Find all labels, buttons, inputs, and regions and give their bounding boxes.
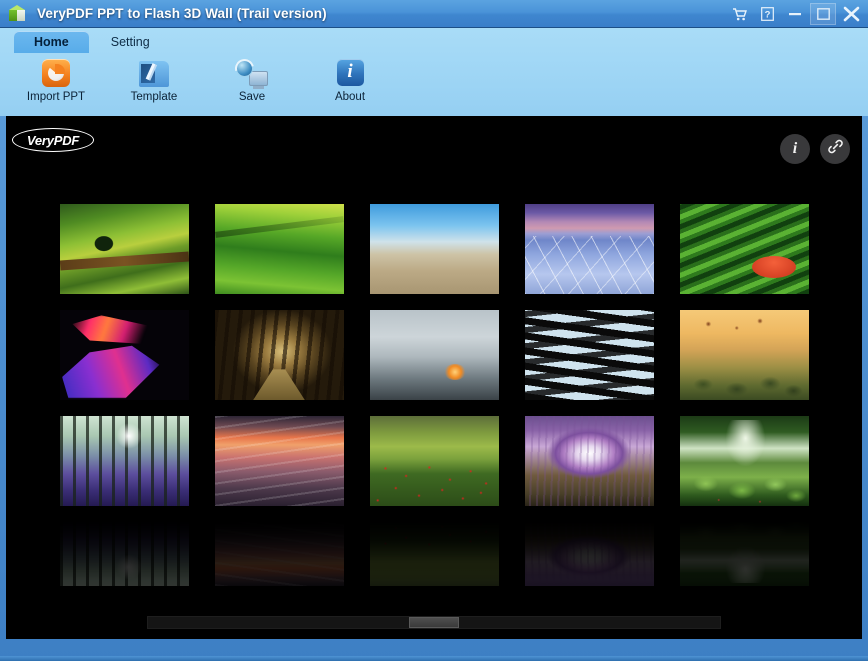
save-button[interactable]: Save	[218, 55, 286, 103]
ribbon: Home Setting Import PPT Template Save i …	[0, 28, 868, 116]
thumbnail-image-1[interactable]	[59, 204, 189, 294]
about-icon: i	[334, 58, 366, 88]
window-title: VeryPDF PPT to Flash 3D Wall (Trail vers…	[37, 6, 327, 21]
thumbnail-cell[interactable]	[667, 302, 822, 408]
thumbnail-cell[interactable]	[357, 302, 512, 408]
thumbnail-cell[interactable]	[47, 196, 202, 302]
thumbnail-image-12[interactable]	[214, 416, 344, 506]
tab-setting[interactable]: Setting	[91, 31, 170, 53]
thumbnail-image-11[interactable]	[59, 416, 189, 506]
tab-strip: Home Setting	[0, 28, 868, 53]
thumbnail-cell[interactable]	[47, 408, 202, 514]
thumbnail-reflection	[512, 514, 667, 586]
thumbnail-image-15[interactable]	[679, 416, 809, 506]
window-bottom-frame	[0, 656, 868, 661]
thumbnail-image-10[interactable]	[679, 310, 809, 400]
thumbnail-cell[interactable]	[667, 408, 822, 514]
template-button[interactable]: Template	[120, 58, 188, 103]
thumbnail-image-14[interactable]	[524, 416, 654, 506]
thumbnail-cell[interactable]	[512, 408, 667, 514]
thumbnail-cell[interactable]	[667, 196, 822, 302]
link-button[interactable]	[820, 134, 850, 164]
thumbnail-image-13[interactable]	[369, 416, 499, 506]
about-label: About	[334, 91, 366, 103]
toolbar: Import PPT Template Save i About	[0, 53, 868, 116]
title-bar[interactable]: VeryPDF PPT to Flash 3D Wall (Trail vers…	[0, 0, 868, 28]
thumbnail-cell[interactable]	[357, 196, 512, 302]
thumbnail-image-5[interactable]	[679, 204, 809, 294]
horizontal-scrollbar[interactable]	[147, 616, 721, 629]
template-icon	[138, 58, 170, 88]
thumbnail-cell[interactable]	[357, 408, 512, 514]
maximize-icon[interactable]	[810, 3, 836, 25]
thumbnail-cell[interactable]	[202, 196, 357, 302]
cart-icon[interactable]	[726, 3, 752, 25]
import-ppt-label: Import PPT	[26, 91, 86, 103]
about-button[interactable]: i About	[316, 58, 384, 103]
application-window: VeryPDF PPT to Flash 3D Wall (Trail vers…	[0, 0, 868, 661]
preview-stage[interactable]: VeryPDF i	[6, 116, 862, 639]
minimize-icon[interactable]	[782, 3, 808, 25]
thumbnail-reflection	[47, 514, 202, 586]
thumbnail-image-7[interactable]	[214, 310, 344, 400]
thumbnail-image-2[interactable]	[214, 204, 344, 294]
info-icon: i	[792, 140, 798, 157]
thumbnail-image-3[interactable]	[369, 204, 499, 294]
thumbnail-cell[interactable]	[47, 302, 202, 408]
tab-home[interactable]: Home	[14, 31, 89, 53]
thumbnail-wall[interactable]	[6, 196, 862, 586]
link-icon	[827, 138, 844, 160]
thumbnail-cell[interactable]	[512, 302, 667, 408]
window-controls: ?	[726, 0, 864, 28]
save-icon	[231, 55, 268, 89]
template-label: Template	[130, 91, 178, 103]
thumbnail-reflection	[202, 514, 357, 586]
import-ppt-icon	[40, 58, 72, 88]
thumbnail-reflection	[357, 514, 512, 586]
save-label: Save	[238, 91, 266, 103]
thumbnail-image-8[interactable]	[369, 310, 499, 400]
thumbnail-image-6[interactable]	[59, 310, 189, 400]
info-button[interactable]: i	[780, 134, 810, 164]
thumbnail-image-9[interactable]	[524, 310, 654, 400]
scrollbar-row	[6, 616, 862, 629]
thumbnail-cell[interactable]	[512, 196, 667, 302]
import-ppt-button[interactable]: Import PPT	[22, 58, 90, 103]
thumbnail-reflection	[667, 514, 822, 586]
svg-text:?: ?	[764, 9, 770, 20]
thumbnail-cell[interactable]	[202, 302, 357, 408]
cube-icon	[7, 4, 27, 24]
thumbnail-cell[interactable]	[202, 408, 357, 514]
verypdf-logo: VeryPDF	[12, 128, 94, 152]
help-icon[interactable]: ?	[754, 3, 780, 25]
close-icon[interactable]	[838, 3, 864, 25]
scrollbar-thumb[interactable]	[409, 617, 459, 628]
thumbnail-image-4[interactable]	[524, 204, 654, 294]
